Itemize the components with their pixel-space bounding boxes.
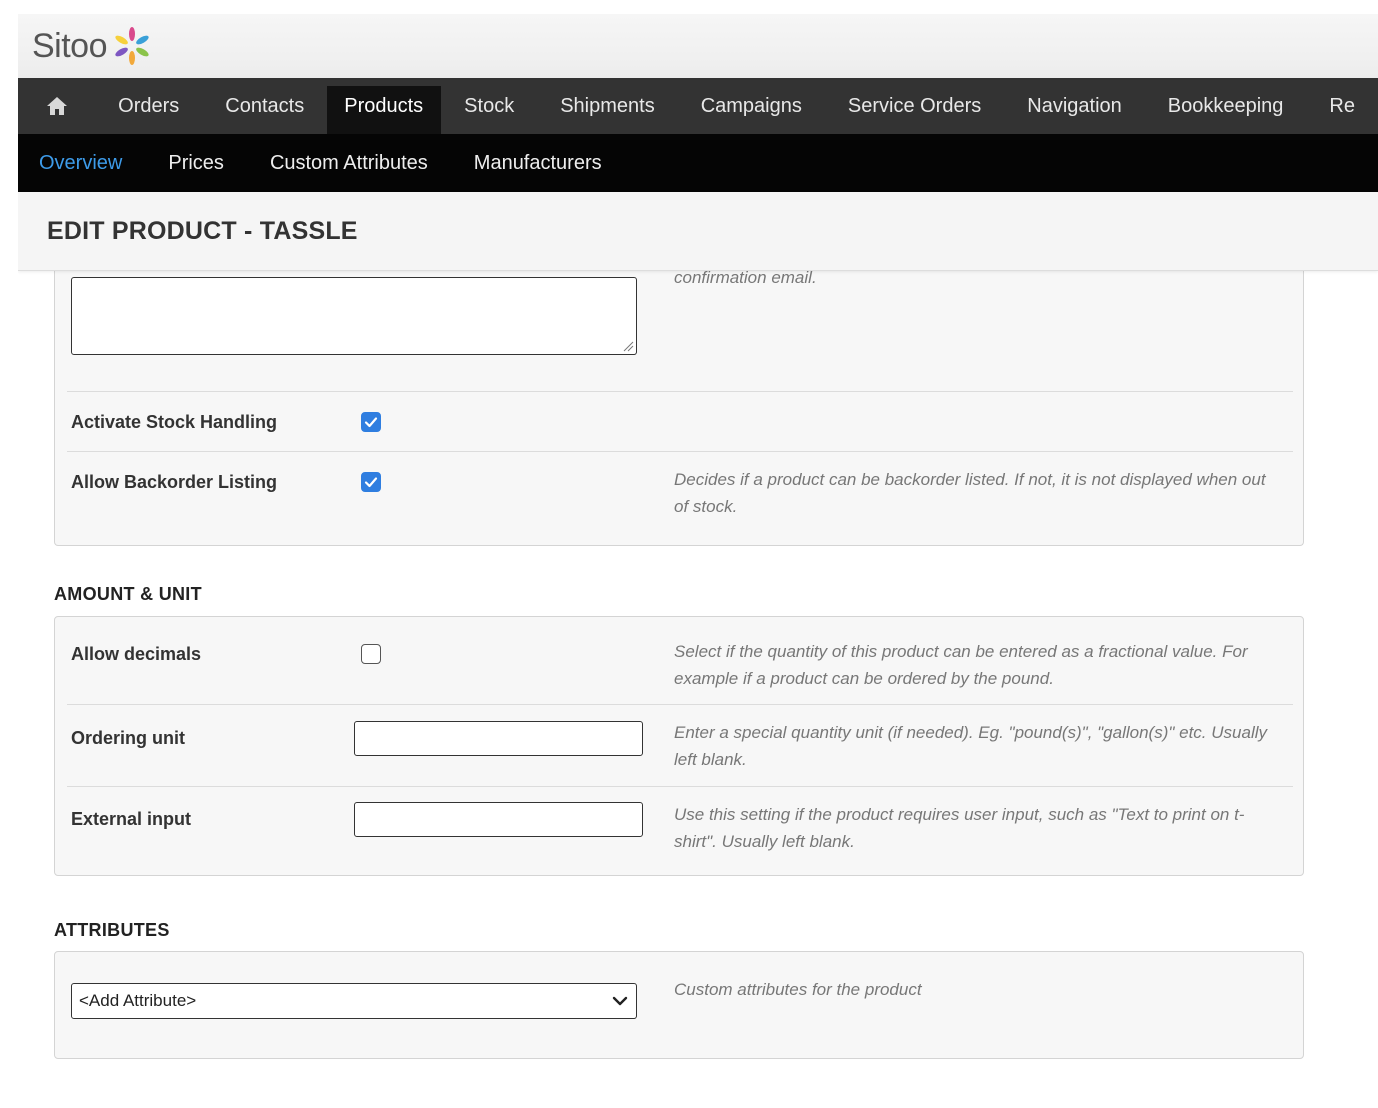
nav-contacts[interactable]: Contacts	[202, 78, 327, 134]
checkmark-icon	[364, 477, 378, 488]
nav-orders[interactable]: Orders	[95, 78, 202, 134]
backorder-label: Allow Backorder Listing	[71, 472, 278, 492]
brand-name: Sitoo	[32, 26, 108, 65]
ordering-unit-row: Ordering unit Enter a special quantity u…	[67, 704, 1293, 787]
stock-handling-row: Activate Stock Handling	[67, 391, 1293, 452]
checkmark-icon	[364, 417, 378, 428]
sub-nav: Overview Prices Custom Attributes Manufa…	[18, 134, 1378, 192]
external-input-field[interactable]	[354, 802, 643, 837]
attributes-help: Custom attributes for the product	[674, 980, 922, 999]
header: Sitoo	[18, 14, 1378, 78]
stock-panel: confirmation email. Activate Stock Handl…	[54, 251, 1304, 546]
nav-campaigns[interactable]: Campaigns	[678, 78, 825, 134]
main-content: confirmation email. Activate Stock Handl…	[18, 251, 1378, 1108]
external-input-label: External input	[71, 809, 192, 829]
stock-handling-label: Activate Stock Handling	[71, 412, 278, 432]
nav-service-orders[interactable]: Service Orders	[825, 78, 1004, 134]
nav-navigation[interactable]: Navigation	[1004, 78, 1145, 134]
allow-decimals-help: Select if the quantity of this product c…	[674, 642, 1248, 688]
nav-overflow-item[interactable]: Re	[1306, 78, 1378, 134]
subnav-manufacturers[interactable]: Manufacturers	[451, 152, 625, 175]
amount-unit-heading: AMOUNT & UNIT	[54, 584, 202, 604]
allow-decimals-label: Allow decimals	[71, 644, 202, 664]
page-title-bar: EDIT PRODUCT - TASSLE	[18, 192, 1378, 271]
amount-unit-panel: Allow decimals Select if the quantity of…	[54, 616, 1304, 876]
stock-handling-checkbox[interactable]	[361, 412, 381, 432]
nav-products[interactable]: Products	[327, 86, 442, 134]
nav-shipments[interactable]: Shipments	[537, 78, 678, 134]
backorder-row: Allow Backorder Listing Decides if a pro…	[67, 451, 1293, 542]
resize-grip-icon[interactable]	[622, 340, 634, 352]
backorder-checkbox[interactable]	[361, 472, 381, 492]
subnav-custom-attributes[interactable]: Custom Attributes	[247, 152, 451, 175]
main-nav: Orders Contacts Products Stock Shipments…	[18, 78, 1378, 134]
nav-bookkeeping[interactable]: Bookkeeping	[1145, 78, 1307, 134]
subnav-prices[interactable]: Prices	[145, 152, 247, 175]
external-input-help: Use this setting if the product requires…	[674, 805, 1245, 851]
home-icon	[46, 97, 67, 115]
flower-logo-icon	[115, 27, 149, 65]
app-window: Sitoo Orders Contacts Products Stock Shi…	[18, 14, 1378, 1108]
external-input-row: External input Use this setting if the p…	[67, 786, 1293, 869]
logo[interactable]: Sitoo	[32, 26, 153, 66]
add-attribute-select[interactable]: <Add Attribute>	[71, 983, 637, 1019]
page-title: EDIT PRODUCT - TASSLE	[47, 216, 358, 245]
ordering-unit-label: Ordering unit	[71, 728, 185, 748]
attributes-heading: ATTRIBUTES	[54, 920, 170, 940]
chevron-down-icon	[612, 996, 628, 1006]
subnav-overview[interactable]: Overview	[18, 152, 145, 175]
add-attribute-select-value: <Add Attribute>	[79, 991, 197, 1010]
allow-decimals-checkbox[interactable]	[361, 644, 381, 664]
ordering-unit-help: Enter a special quantity unit (if needed…	[674, 723, 1267, 769]
nav-stock[interactable]: Stock	[441, 78, 537, 134]
ordering-unit-input[interactable]	[354, 721, 643, 756]
attributes-panel: <Add Attribute> Custom attributes for th…	[54, 951, 1304, 1059]
notes-textarea[interactable]	[71, 277, 637, 355]
allow-decimals-row: Allow decimals Select if the quantity of…	[67, 617, 1293, 704]
home-button[interactable]	[18, 78, 95, 134]
backorder-help: Decides if a product can be backorder li…	[674, 470, 1266, 516]
